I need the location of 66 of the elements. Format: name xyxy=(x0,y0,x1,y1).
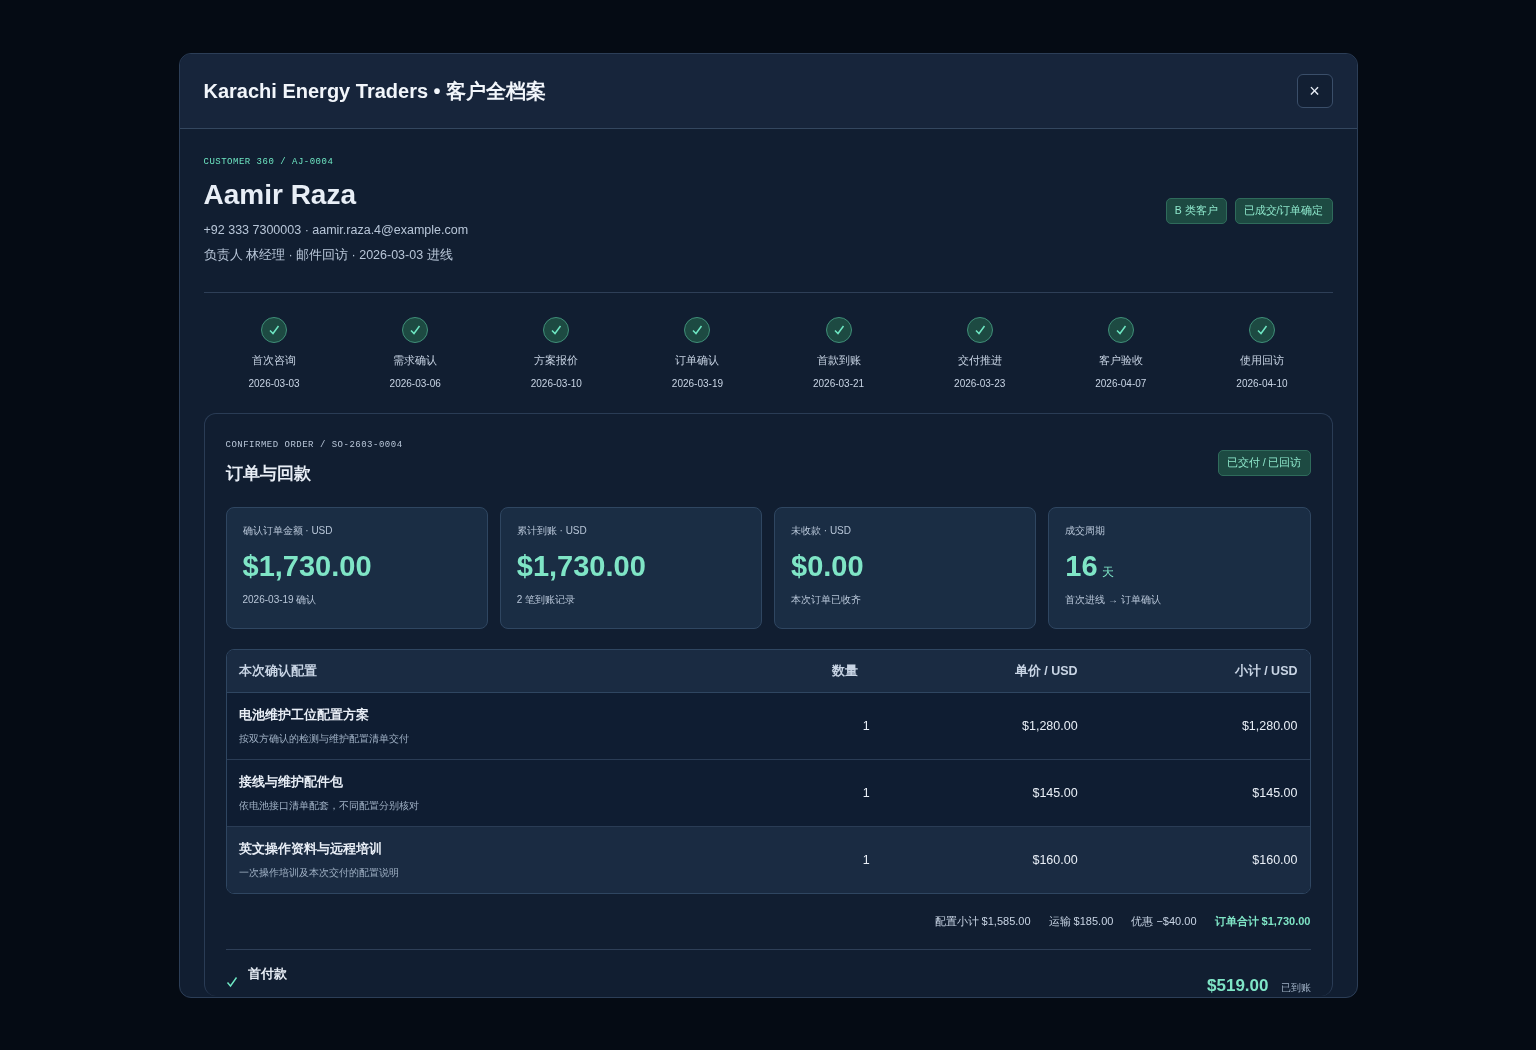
stat-label: 确认订单金额 · USD xyxy=(242,524,334,538)
stat-unit: 天 xyxy=(1101,564,1114,581)
customer-meta: 负责人 林经理 · 邮件回访 · 2026-03-03 进线 xyxy=(203,247,454,264)
step-label: 首款到账 xyxy=(816,353,861,368)
close-button[interactable]: × xyxy=(1296,74,1333,108)
item-name: 英文操作资料与远程培训 xyxy=(238,840,383,858)
stat-value: $0.00 xyxy=(791,550,864,583)
step-date: 2026-03-21 xyxy=(813,378,865,389)
step-label: 订单确认 xyxy=(675,353,720,368)
item-name: 接线与维护配件包 xyxy=(238,773,344,791)
table-cell: 1 xyxy=(862,853,870,867)
status-badge: 已交付 / 已回访 xyxy=(1217,449,1311,476)
stat-note: 本次订单已收齐 xyxy=(791,593,862,607)
step-label: 客户验收 xyxy=(1098,353,1143,368)
step-label: 交付推进 xyxy=(957,353,1002,368)
table-cell: $145.00 xyxy=(1252,786,1298,800)
column-header: 单价 / USD xyxy=(869,650,1090,693)
stat-label: 成交周期 xyxy=(1065,524,1107,538)
stat-value: 16 xyxy=(1065,550,1098,583)
tag: B 类客户 xyxy=(1165,197,1227,224)
column-header: 本次确认配置 xyxy=(226,650,744,693)
section-title: 订单与回款 xyxy=(225,463,312,485)
order-total: 订单合计 $1,730.00 xyxy=(1214,914,1311,929)
stat-value: $1,730.00 xyxy=(516,550,646,583)
item-name: 电池维护工位配置方案 xyxy=(238,706,370,724)
step-date: 2026-03-06 xyxy=(389,378,441,389)
step-label: 使用回访 xyxy=(1239,353,1284,368)
step-date: 2026-03-03 xyxy=(248,378,300,389)
column-header: 数量 xyxy=(743,650,870,693)
table-cell: $1,280.00 xyxy=(1241,719,1298,733)
stat-label: 累计到账 · USD xyxy=(516,524,588,538)
modal-title: Karachi Energy Traders • 客户全档案 xyxy=(203,78,547,104)
table-cell: $1,280.00 xyxy=(1022,719,1078,733)
tag: 已成交/订单确定 xyxy=(1234,197,1333,224)
payment-title: 首付款 xyxy=(247,966,287,983)
step-label: 需求确认 xyxy=(393,353,438,368)
step-label: 方案报价 xyxy=(534,353,579,368)
payment-status: 已到账 xyxy=(1280,981,1311,995)
stat-note: 2 笔到账记录 xyxy=(516,593,577,607)
stat-note: 2026-03-19 确认 xyxy=(242,593,318,607)
contact-info: +92 333 7300003 · aamir.raza.4@example.com xyxy=(203,223,469,237)
table-cell: 1 xyxy=(862,786,870,800)
stat-value: $1,730.00 xyxy=(242,550,372,583)
breadcrumb: CUSTOMER 360 / AJ-0004 xyxy=(203,157,335,167)
step-date: 2026-03-23 xyxy=(954,378,1006,389)
step-label: 首次咨询 xyxy=(252,353,297,368)
order-number: CONFIRMED ORDER / SO-2603-0004 xyxy=(225,440,403,450)
step-date: 2026-03-19 xyxy=(671,378,723,389)
customer-name: Aamir Raza xyxy=(203,179,358,211)
step-date: 2026-04-10 xyxy=(1236,378,1288,389)
step-date: 2026-03-10 xyxy=(530,378,582,389)
payment-amount: $519.00 xyxy=(1207,976,1269,996)
total-item: 运输 $185.00 xyxy=(1048,914,1114,929)
table-cell: $145.00 xyxy=(1032,786,1078,800)
stat-note: 首次进线 → 订单确认 xyxy=(1065,593,1162,607)
item-description: 一次操作培训及本次交付的配置说明 xyxy=(238,865,400,880)
table-cell: $160.00 xyxy=(1032,853,1078,867)
item-description: 按双方确认的检测与维护配置清单交付 xyxy=(238,731,410,746)
total-item: 优惠 −$40.00 xyxy=(1131,914,1197,929)
column-header: 小计 / USD xyxy=(1089,650,1310,693)
total-item: 配置小计 $1,585.00 xyxy=(934,914,1031,929)
stat-label: 未收款 · USD xyxy=(791,524,852,538)
table-cell: $160.00 xyxy=(1252,853,1298,867)
table-cell: 1 xyxy=(862,719,870,733)
item-description: 依电池接口清单配套，不同配置分别核对 xyxy=(238,798,420,813)
step-date: 2026-04-07 xyxy=(1095,378,1147,389)
